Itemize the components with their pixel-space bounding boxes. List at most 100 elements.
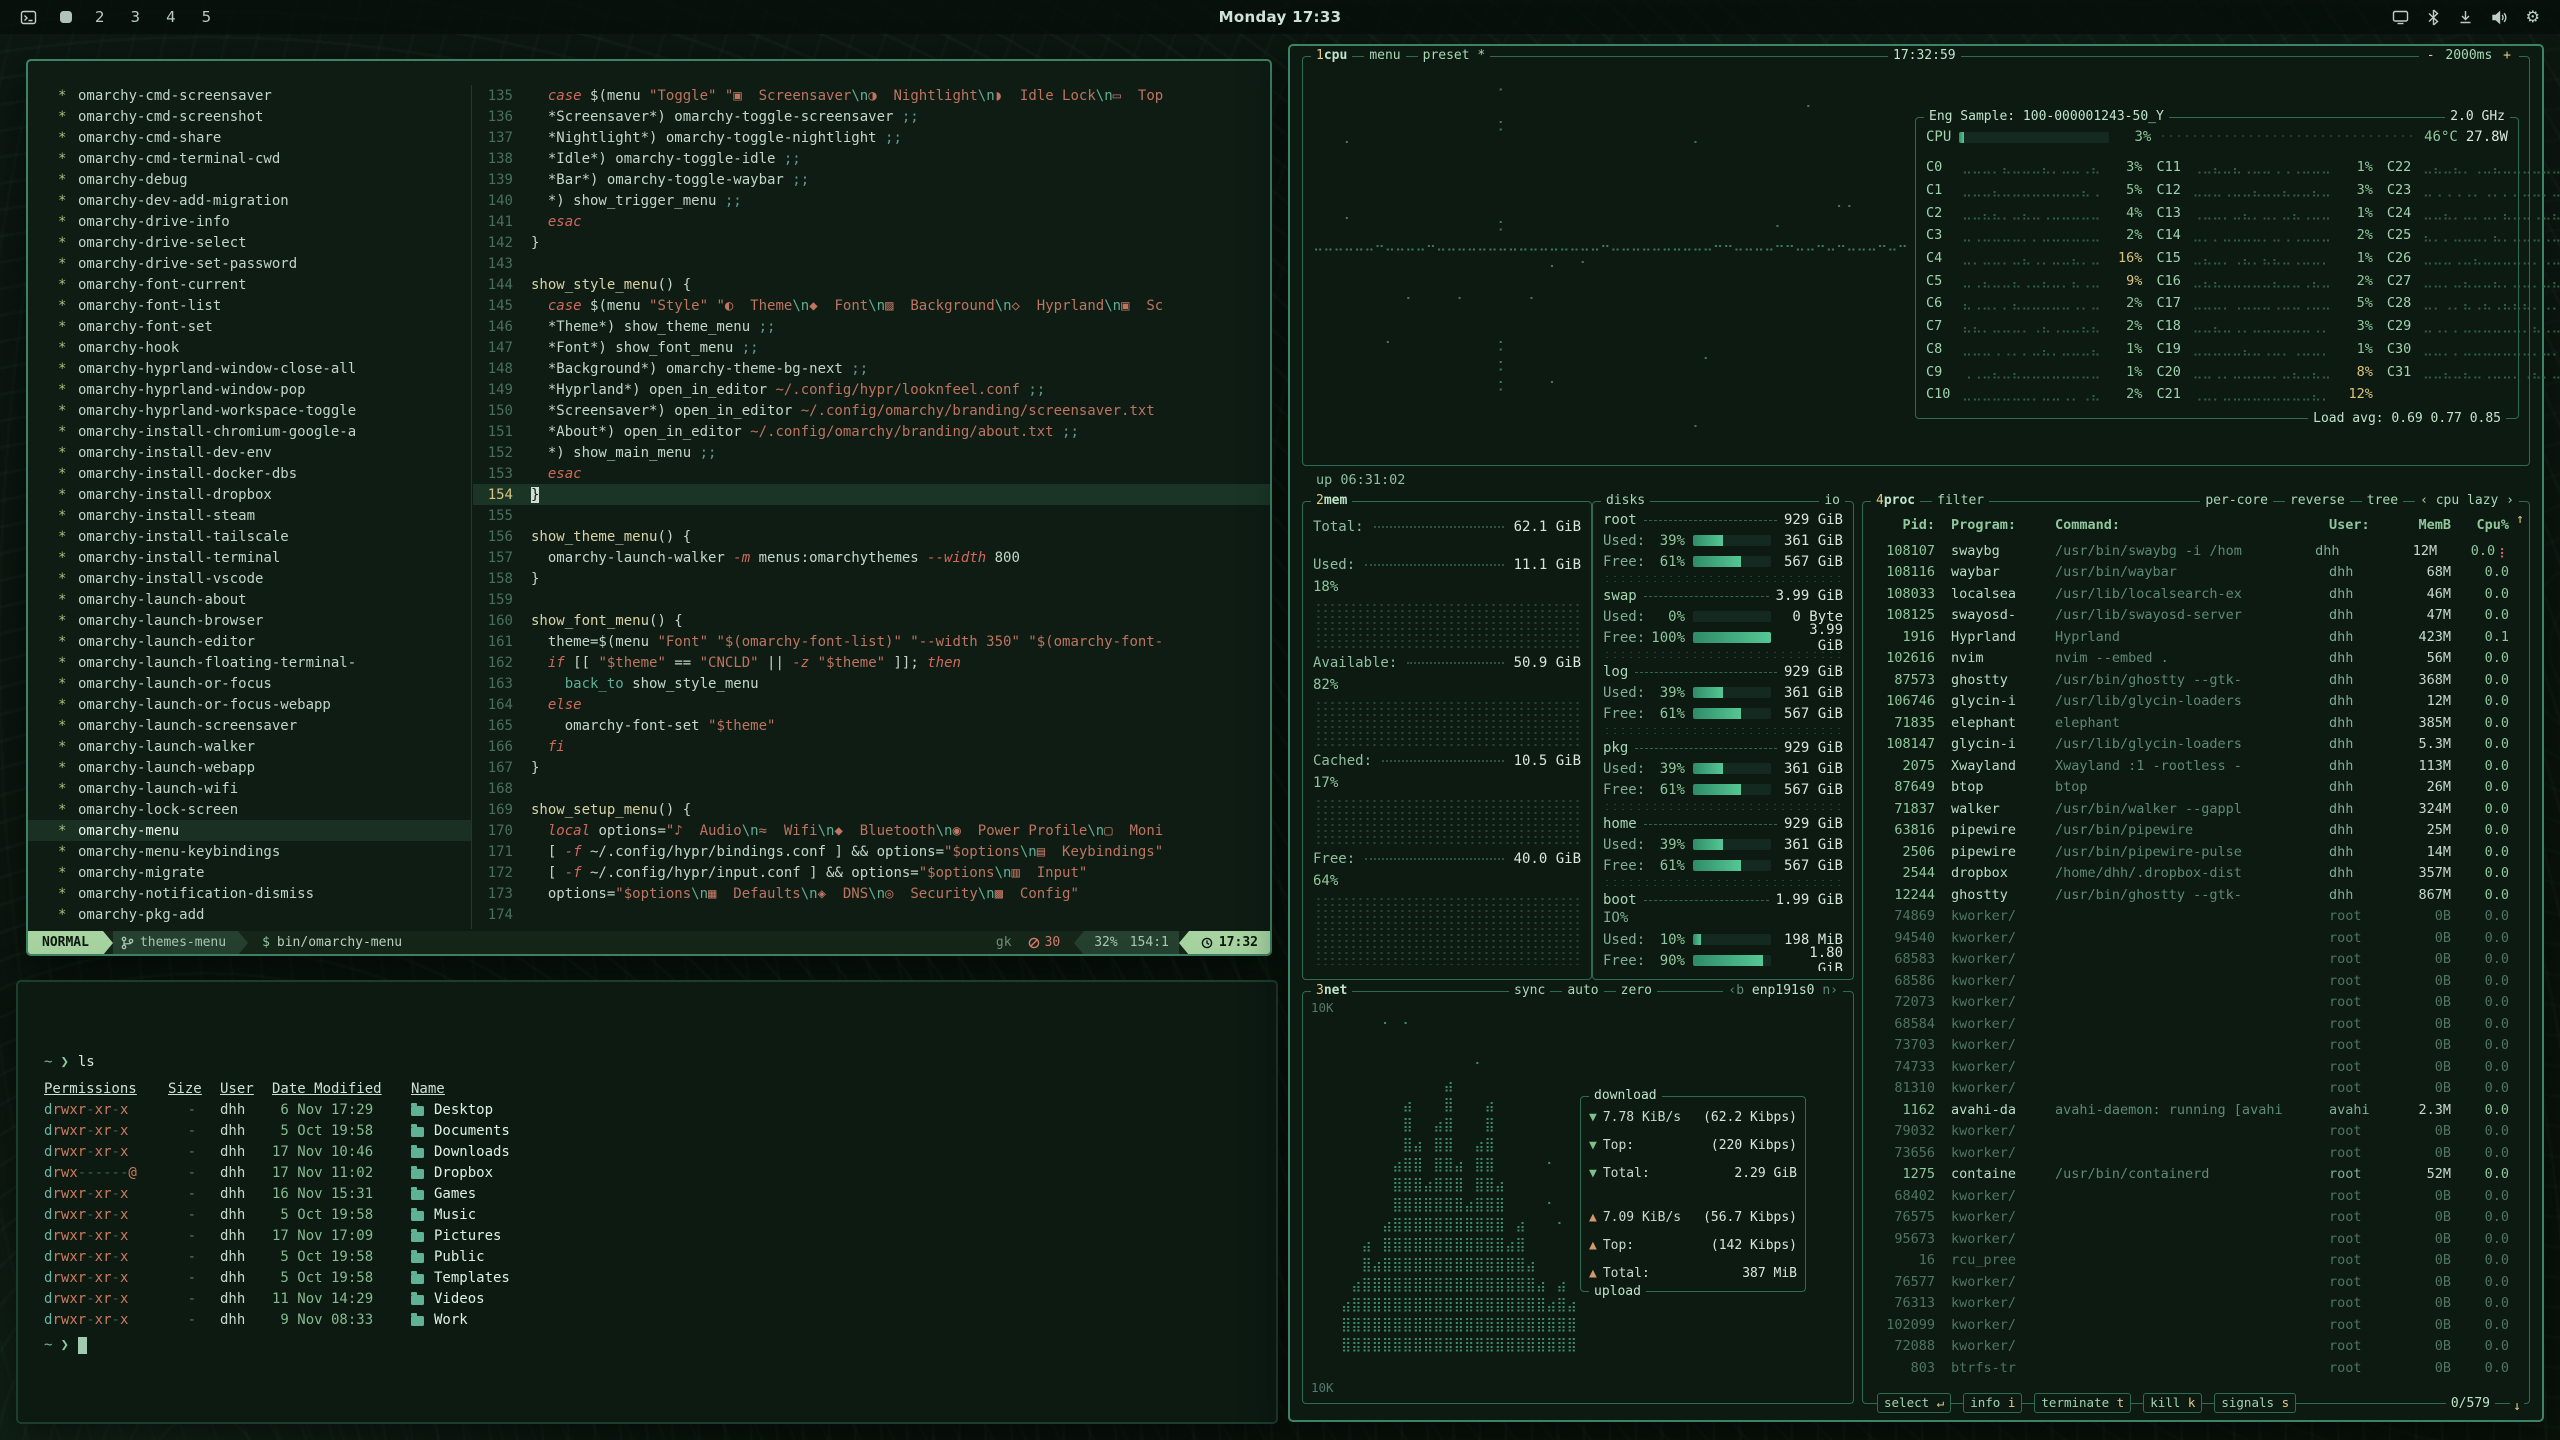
file-item[interactable]: *omarchy-install-dropbox: [28, 484, 471, 505]
file-item[interactable]: *omarchy-menu: [28, 820, 471, 841]
file-item[interactable]: *omarchy-debug: [28, 169, 471, 190]
directory-name[interactable]: Games: [411, 1184, 1276, 1205]
network-interface[interactable]: ‹b enp191s0 n›: [1723, 982, 1843, 1000]
process-row[interactable]: 108033localsea/usr/lib/localsearch-exdhh…: [1871, 583, 2509, 605]
directory-name[interactable]: Desktop: [411, 1100, 1276, 1121]
code-line[interactable]: 174: [473, 904, 1270, 925]
process-row[interactable]: 72088kworker/root0B0.0: [1871, 1336, 2509, 1358]
code-line[interactable]: 156show_theme_menu() {: [473, 526, 1270, 547]
process-row[interactable]: 87649btopbtopdhh26M0.0: [1871, 777, 2509, 799]
directory-name[interactable]: Videos: [411, 1289, 1276, 1310]
file-item[interactable]: *omarchy-hook: [28, 337, 471, 358]
file-item[interactable]: *omarchy-install-vscode: [28, 568, 471, 589]
file-item[interactable]: *omarchy-drive-info: [28, 211, 471, 232]
net-auto-tab[interactable]: auto: [1562, 982, 1603, 1000]
tree-toggle[interactable]: tree: [2362, 492, 2403, 510]
process-row[interactable]: 76313kworker/root0B0.0: [1871, 1293, 2509, 1315]
code-line[interactable]: 162 if [[ "$theme" == "CNCLD" || -z "$th…: [473, 652, 1270, 673]
process-row[interactable]: 71835elephantelephantdhh385M0.0: [1871, 712, 2509, 734]
btop-window[interactable]: 1cpu menu preset * 17:32:59 - 2000ms + ⠀…: [1288, 44, 2544, 1422]
workspace-button[interactable]: 2: [95, 8, 105, 26]
file-item[interactable]: *omarchy-install-tailscale: [28, 526, 471, 547]
code-line[interactable]: 144show_style_menu() {: [473, 274, 1270, 295]
process-row[interactable]: 1275containe/usr/bin/containerdroot52M0.…: [1871, 1164, 2509, 1186]
file-item[interactable]: *omarchy-lock-screen: [28, 799, 471, 820]
file-item[interactable]: *omarchy-pkg-add: [28, 904, 471, 925]
code-pane[interactable]: 135 case $(menu "Toggle" "▣ Screensaver\…: [473, 85, 1270, 929]
process-row[interactable]: 76575kworker/root0B0.0: [1871, 1207, 2509, 1229]
file-item[interactable]: *omarchy-drive-select: [28, 232, 471, 253]
code-line[interactable]: 135 case $(menu "Toggle" "▣ Screensaver\…: [473, 85, 1270, 106]
file-item[interactable]: *omarchy-install-terminal: [28, 547, 471, 568]
file-item[interactable]: *omarchy-font-list: [28, 295, 471, 316]
file-item[interactable]: *omarchy-launch-webapp: [28, 757, 471, 778]
process-row[interactable]: 81310kworker/root0B0.0: [1871, 1078, 2509, 1100]
terminal-app-icon[interactable]: [20, 9, 37, 26]
process-row[interactable]: 73656kworker/root0B0.0: [1871, 1142, 2509, 1164]
volume-icon[interactable]: [2491, 10, 2508, 25]
file-item[interactable]: *omarchy-launch-editor: [28, 631, 471, 652]
code-line[interactable]: 151 *About*) open_in_editor ~/.config/om…: [473, 421, 1270, 442]
file-item[interactable]: *omarchy-launch-about: [28, 589, 471, 610]
code-line[interactable]: 161 theme=$(menu "Font" "$(omarchy-font-…: [473, 631, 1270, 652]
terminal-cursor[interactable]: [78, 1337, 87, 1354]
kill-button[interactable]: kill k: [2143, 1393, 2202, 1413]
file-item[interactable]: *omarchy-drive-set-password: [28, 253, 471, 274]
column-header-cpu%[interactable]: Cpu%: [2451, 517, 2509, 533]
code-line[interactable]: 142}: [473, 232, 1270, 253]
file-item[interactable]: *omarchy-cmd-share: [28, 127, 471, 148]
code-line[interactable]: 169show_setup_menu() {: [473, 799, 1270, 820]
code-line[interactable]: 166 fi: [473, 736, 1270, 757]
scroll-up-arrow[interactable]: ↑: [2516, 512, 2524, 527]
process-row[interactable]: 71837walker/usr/bin/walker --gappldhh324…: [1871, 798, 2509, 820]
process-row[interactable]: 68402kworker/root0B0.0: [1871, 1185, 2509, 1207]
process-row[interactable]: 72073kworker/root0B0.0: [1871, 992, 2509, 1014]
file-item[interactable]: *omarchy-cmd-screensaver: [28, 85, 471, 106]
process-row[interactable]: 68583kworker/root0B0.0: [1871, 949, 2509, 971]
file-item[interactable]: *omarchy-cmd-screenshot: [28, 106, 471, 127]
process-row[interactable]: 2544dropbox/home/dhh/.dropbox-distdhh357…: [1871, 863, 2509, 885]
file-item[interactable]: *omarchy-launch-floating-terminal-: [28, 652, 471, 673]
scroll-down-arrow[interactable]: ↓: [2510, 1399, 2524, 1414]
file-item[interactable]: *omarchy-launch-or-focus: [28, 673, 471, 694]
file-item[interactable]: *omarchy-install-docker-dbs: [28, 463, 471, 484]
workspace-1-indicator-icon[interactable]: [59, 10, 73, 24]
process-row[interactable]: 74869kworker/root0B0.0: [1871, 906, 2509, 928]
code-line[interactable]: 165 omarchy-font-set "$theme": [473, 715, 1270, 736]
process-row[interactable]: 108125swayosd-/usr/lib/swayosd-serverdhh…: [1871, 605, 2509, 627]
screencast-icon[interactable]: [2392, 9, 2409, 25]
process-row[interactable]: 108116waybar/usr/bin/waybardhh68M0.0: [1871, 562, 2509, 584]
code-line[interactable]: 154}: [473, 484, 1270, 505]
directory-name[interactable]: Pictures: [411, 1226, 1276, 1247]
directory-name[interactable]: Downloads: [411, 1142, 1276, 1163]
file-item[interactable]: *omarchy-hyprland-window-pop: [28, 379, 471, 400]
directory-name[interactable]: Work: [411, 1310, 1276, 1331]
code-line[interactable]: 152 *) show_main_menu ;;: [473, 442, 1270, 463]
directory-name[interactable]: Public: [411, 1247, 1276, 1268]
file-item[interactable]: *omarchy-install-dev-env: [28, 442, 471, 463]
net-zero-tab[interactable]: zero: [1616, 982, 1657, 1000]
file-item[interactable]: *omarchy-menu-keybindings: [28, 841, 471, 862]
process-row[interactable]: 73703kworker/root0B0.0: [1871, 1035, 2509, 1057]
code-line[interactable]: 168: [473, 778, 1270, 799]
per-core-toggle[interactable]: per-core: [2200, 492, 2273, 510]
sort-selector[interactable]: ‹ cpu lazy ›: [2415, 492, 2519, 510]
file-item[interactable]: *omarchy-launch-wifi: [28, 778, 471, 799]
download-icon[interactable]: [2458, 9, 2473, 25]
file-item[interactable]: *omarchy-font-set: [28, 316, 471, 337]
io-tab[interactable]: io: [1819, 492, 1845, 510]
workspace-button[interactable]: 5: [202, 8, 212, 26]
file-item[interactable]: *omarchy-install-chromium-google-a: [28, 421, 471, 442]
directory-name[interactable]: Music: [411, 1205, 1276, 1226]
file-item[interactable]: *omarchy-hyprland-window-close-all: [28, 358, 471, 379]
process-row[interactable]: 94540kworker/root0B0.0: [1871, 927, 2509, 949]
code-line[interactable]: 172 [ -f ~/.config/hypr/input.conf ] && …: [473, 862, 1270, 883]
code-line[interactable]: 173 options="$options\n▦ Defaults\n◈ DNS…: [473, 883, 1270, 904]
process-row[interactable]: 63816pipewire/usr/bin/pipewiredhh25M0.0: [1871, 820, 2509, 842]
code-line[interactable]: 167}: [473, 757, 1270, 778]
bluetooth-icon[interactable]: [2427, 9, 2440, 26]
code-line[interactable]: 160show_font_menu() {: [473, 610, 1270, 631]
file-item[interactable]: *omarchy-dev-add-migration: [28, 190, 471, 211]
reverse-toggle[interactable]: reverse: [2285, 492, 2350, 510]
code-line[interactable]: 140 *) show_trigger_menu ;;: [473, 190, 1270, 211]
